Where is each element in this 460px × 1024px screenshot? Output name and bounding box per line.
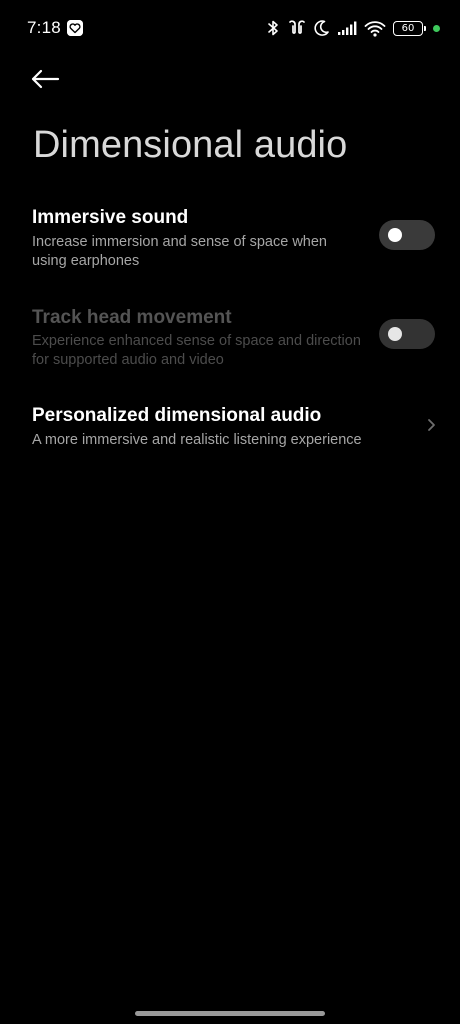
status-icons: 60 bbox=[266, 17, 440, 39]
track-head-movement-toggle[interactable] bbox=[379, 319, 435, 349]
setting-personalized-dimensional-audio[interactable]: Personalized dimensional audio A more im… bbox=[0, 398, 460, 456]
home-indicator[interactable] bbox=[135, 1011, 325, 1016]
heart-app-icon bbox=[67, 20, 83, 36]
wifi-icon bbox=[364, 20, 386, 37]
back-button[interactable] bbox=[30, 64, 70, 98]
page-title: Dimensional audio bbox=[33, 124, 348, 166]
bluetooth-icon bbox=[266, 19, 280, 37]
signal-icon bbox=[337, 20, 357, 36]
moon-icon bbox=[314, 19, 330, 37]
earbuds-icon bbox=[287, 19, 307, 37]
chevron-right-icon bbox=[426, 417, 436, 433]
setting-title: Immersive sound bbox=[32, 207, 189, 228]
immersive-sound-toggle[interactable] bbox=[379, 220, 435, 250]
setting-description: Experience enhanced sense of space and d… bbox=[32, 333, 361, 368]
privacy-indicator-dot bbox=[433, 24, 440, 32]
status-time: 7:18 bbox=[27, 18, 61, 37]
toggle-knob bbox=[388, 228, 402, 242]
battery-level: 60 bbox=[401, 22, 415, 34]
setting-immersive-sound[interactable]: Immersive sound Increase immersion and s… bbox=[0, 200, 460, 276]
toggle-knob bbox=[388, 327, 402, 341]
setting-description: A more immersive and realistic listening… bbox=[32, 432, 362, 448]
setting-title: Track head movement bbox=[32, 307, 232, 328]
status-bar: 7:18 60 bbox=[0, 0, 460, 56]
setting-description: Increase immersion and sense of space wh… bbox=[32, 234, 327, 269]
battery-icon: 60 bbox=[393, 20, 426, 36]
setting-track-head-movement[interactable]: Track head movement Experience enhanced … bbox=[0, 299, 460, 375]
setting-title: Personalized dimensional audio bbox=[32, 405, 322, 426]
back-arrow-icon bbox=[30, 68, 60, 95]
